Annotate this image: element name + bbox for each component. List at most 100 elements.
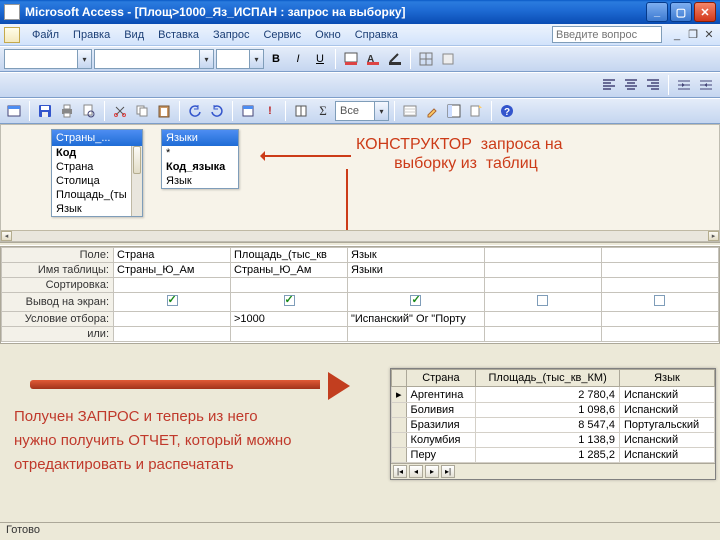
table-window-1[interactable]: Страны_... Код Страна Столица Площадь_(т… bbox=[51, 129, 143, 217]
field-item[interactable]: Язык bbox=[52, 202, 142, 216]
gridlines-button[interactable] bbox=[416, 49, 436, 69]
bold-button[interactable]: B bbox=[266, 49, 286, 69]
table-window-2[interactable]: Языки * Код_языка Язык bbox=[161, 129, 239, 189]
qbe-cell[interactable]: Площадь_(тыс_кв bbox=[231, 248, 348, 263]
qbe-cell[interactable] bbox=[484, 263, 601, 278]
qbe-show-check[interactable] bbox=[601, 293, 718, 312]
field-item[interactable]: Код bbox=[52, 146, 142, 160]
mdi-controls: _ ❐ ✕ bbox=[670, 28, 716, 42]
menu-edit[interactable]: Правка bbox=[66, 27, 117, 43]
arrow-left-icon bbox=[261, 155, 351, 157]
run-button[interactable]: ! bbox=[260, 101, 280, 121]
result-datasheet[interactable]: Страна Площадь_(тыс_кв_КМ) Язык ▸Аргенти… bbox=[390, 368, 716, 480]
totals-button[interactable]: Σ bbox=[313, 101, 333, 121]
print-button[interactable] bbox=[57, 101, 77, 121]
fillcolor-button[interactable] bbox=[341, 49, 361, 69]
printpreview-button[interactable] bbox=[79, 101, 99, 121]
qbe-cell[interactable]: Страны_Ю_Ам bbox=[231, 263, 348, 278]
qbe-show-check[interactable] bbox=[231, 293, 348, 312]
menu-query[interactable]: Запрос bbox=[206, 27, 256, 43]
align-left-button[interactable] bbox=[599, 75, 619, 95]
nav-first-button[interactable]: |◂ bbox=[393, 465, 407, 478]
font-combo[interactable]: ▾ bbox=[94, 49, 214, 69]
italic-button[interactable]: I bbox=[288, 49, 308, 69]
col-header[interactable]: Площадь_(тыс_кв_КМ) bbox=[476, 370, 620, 387]
menu-insert[interactable]: Вставка bbox=[151, 27, 206, 43]
querytype-button[interactable] bbox=[238, 101, 258, 121]
redo-button[interactable] bbox=[207, 101, 227, 121]
table-row: Бразилия8 547,4Португальский bbox=[392, 418, 715, 433]
vscrollbar[interactable] bbox=[131, 146, 142, 216]
object-combo[interactable]: ▾ bbox=[4, 49, 92, 69]
menu-window[interactable]: Окно bbox=[308, 27, 348, 43]
menubar: Файл Правка Вид Вставка Запрос Сервис Ок… bbox=[0, 24, 720, 46]
close-button[interactable]: ✕ bbox=[694, 2, 716, 22]
field-item[interactable]: Столица bbox=[52, 174, 142, 188]
qbe-show-check[interactable] bbox=[484, 293, 601, 312]
menu-tools[interactable]: Сервис bbox=[256, 27, 308, 43]
mdi-restore-icon[interactable]: ❐ bbox=[686, 28, 700, 42]
help-button[interactable]: ? bbox=[497, 101, 517, 121]
field-item[interactable]: Код_языка bbox=[162, 160, 238, 174]
qbe-cell[interactable]: >1000 bbox=[231, 312, 348, 327]
paste-button[interactable] bbox=[154, 101, 174, 121]
menu-file[interactable]: Файл bbox=[25, 27, 66, 43]
view-button[interactable] bbox=[4, 101, 24, 121]
field-item[interactable]: Страна bbox=[52, 160, 142, 174]
align-center-button[interactable] bbox=[621, 75, 641, 95]
builder-button[interactable] bbox=[422, 101, 442, 121]
decrease-indent-button[interactable] bbox=[696, 75, 716, 95]
nav-last-button[interactable]: ▸| bbox=[441, 465, 455, 478]
qbe-cell[interactable]: Язык bbox=[348, 248, 485, 263]
qbe-show-check[interactable] bbox=[114, 293, 231, 312]
menu-view[interactable]: Вид bbox=[117, 27, 151, 43]
qbe-cell[interactable]: Страны_Ю_Ам bbox=[114, 263, 231, 278]
underline-button[interactable]: U bbox=[310, 49, 330, 69]
qbe-cell[interactable] bbox=[601, 248, 718, 263]
qbe-cell[interactable]: Страна bbox=[114, 248, 231, 263]
qbe-cell[interactable] bbox=[114, 312, 231, 327]
increase-indent-button[interactable] bbox=[674, 75, 694, 95]
col-header[interactable]: Страна bbox=[406, 370, 476, 387]
showtable-button[interactable] bbox=[291, 101, 311, 121]
qbe-cell[interactable] bbox=[601, 263, 718, 278]
nav-prev-button[interactable]: ◂ bbox=[409, 465, 423, 478]
menu-help[interactable]: Справка bbox=[348, 27, 405, 43]
special-effect-button[interactable] bbox=[438, 49, 458, 69]
qbe-cell[interactable] bbox=[114, 278, 231, 293]
topvalues-combo[interactable]: Все▾ bbox=[335, 101, 389, 121]
properties-button[interactable] bbox=[400, 101, 420, 121]
field-item[interactable]: Площадь_(ты bbox=[52, 188, 142, 202]
col-header[interactable]: Язык bbox=[619, 370, 714, 387]
qbe-cell[interactable] bbox=[484, 248, 601, 263]
nav-next-button[interactable]: ▸ bbox=[425, 465, 439, 478]
field-item[interactable]: Язык bbox=[162, 174, 238, 188]
minimize-button[interactable]: _ bbox=[646, 2, 668, 22]
help-question-input[interactable] bbox=[552, 26, 662, 43]
linecolor-button[interactable] bbox=[385, 49, 405, 69]
undo-button[interactable] bbox=[185, 101, 205, 121]
mdi-close-icon[interactable]: ✕ bbox=[702, 28, 716, 42]
save-button[interactable] bbox=[35, 101, 55, 121]
table-header-2: Языки bbox=[162, 130, 238, 146]
qbe-cell[interactable]: Языки bbox=[348, 263, 485, 278]
dbwindow-button[interactable] bbox=[444, 101, 464, 121]
hscrollbar[interactable]: ◂▸ bbox=[1, 230, 719, 241]
cut-button[interactable] bbox=[110, 101, 130, 121]
qbe-cell[interactable]: "Испанский" Or "Порту bbox=[348, 312, 485, 327]
qbe-grid[interactable]: Поле: Страна Площадь_(тыс_кв Язык Имя та… bbox=[0, 246, 720, 344]
fontcolor-button[interactable]: A bbox=[363, 49, 383, 69]
menu-lead-icon bbox=[4, 27, 20, 43]
mdi-minimize-icon[interactable]: _ bbox=[670, 28, 684, 42]
rowselect-header[interactable] bbox=[392, 370, 407, 387]
qbe-row-sort: Сортировка: bbox=[2, 278, 114, 293]
fontsize-combo[interactable]: ▾ bbox=[216, 49, 264, 69]
qbe-show-check[interactable] bbox=[348, 293, 485, 312]
toolbar-align bbox=[0, 72, 720, 98]
query-design-surface[interactable]: Страны_... Код Страна Столица Площадь_(т… bbox=[0, 124, 720, 242]
field-item[interactable]: * bbox=[162, 146, 238, 160]
align-right-button[interactable] bbox=[643, 75, 663, 95]
copy-button[interactable] bbox=[132, 101, 152, 121]
newobject-button[interactable] bbox=[466, 101, 486, 121]
maximize-button[interactable]: ▢ bbox=[670, 2, 692, 22]
